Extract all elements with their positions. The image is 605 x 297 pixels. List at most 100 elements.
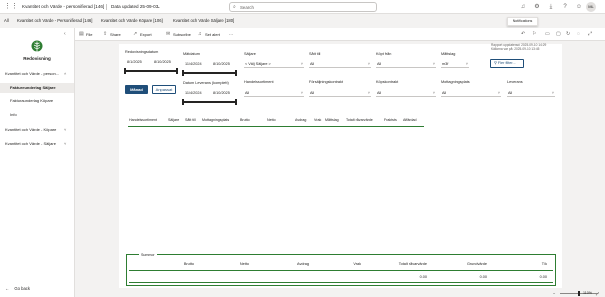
nav-item-fakturaunderlag-kopare[interactable]: Fakturaunderlag Köpare [0,96,74,106]
leverans-from[interactable]: 11/4/2024 [185,91,202,96]
report-title[interactable]: Kvantitet och Värde - personifierad [146… [22,4,104,10]
zoom-level[interactable]: 110% [583,290,592,297]
summary-title: Summor [139,253,157,257]
comment-icon[interactable]: ▢ [556,31,561,38]
summary-divider [129,270,553,271]
tab-all[interactable]: All [4,18,9,24]
saljare-dropdown[interactable]: < Välj Säljare > ˅ [244,60,304,68]
table-header[interactable]: Mottagningsplats [202,118,229,123]
table-header[interactable]: Måttslag [325,118,339,123]
alert-icon: ♫ [198,31,202,37]
matdatum-label: Mätdatum [183,52,200,56]
more-filters-button[interactable]: ⚲ Fler filter... [490,59,524,68]
view-icon[interactable]: ▭ [545,31,550,38]
tab-personifierad[interactable]: Kvantitet och Värde - Personifierad [146… [17,18,92,24]
subscribe-icon: ✉ [166,31,171,37]
bell-icon[interactable]: ♫ [519,3,527,11]
matdatum-slider[interactable] [182,70,237,76]
chat-icon[interactable]: ◌ [577,31,580,38]
chevron-down-icon[interactable]: ⌄ [157,4,160,10]
chevron-down-icon: ˅ [497,91,500,95]
matdatum-from[interactable]: 11/4/2024 [185,62,202,67]
nav-group-saljare[interactable]: Kvantitet och Värde - Säljare [5,140,56,148]
chevron-up-icon[interactable]: ˄ [64,70,66,78]
file-menu-button[interactable]: File [86,31,92,38]
slider-handle-start[interactable] [124,68,126,74]
share-button[interactable]: Share [110,31,121,38]
table-header[interactable]: Handelssortiment [129,118,157,123]
zoom-out-icon[interactable]: − [553,290,555,297]
leverans-dropdown[interactable]: All ˅ [507,89,555,97]
slider-handle-end[interactable] [176,68,178,74]
table-header[interactable]: Avdrag [295,118,306,123]
undo-icon[interactable]: ↶ [521,31,525,38]
subscribe-button[interactable]: Subscribe [173,31,191,38]
slider-handle-end[interactable] [235,99,237,105]
settings-icon[interactable]: ⚙ [533,3,541,11]
data-updated-label[interactable]: Data updated 25-09-03 [111,4,158,10]
mattslag-label: Måttslag [441,52,456,56]
nav-item-fakturaunderlag-saljare[interactable]: Faktureunderlag Säljare [0,83,74,93]
share-icon: ⇪ [103,31,108,37]
redovisningsdatum-from[interactable]: 8/1/2025 [127,60,142,65]
table-header[interactable]: Säljare [168,118,179,123]
tab-kopare[interactable]: Kvantitet och Värde Köpare [106] [101,18,163,24]
slider-handle-end[interactable] [235,70,237,76]
redovisningsdatum-slider[interactable] [124,68,178,74]
go-back-button[interactable]: ← Go back [5,285,30,293]
chevron-down-icon: ˅ [432,91,435,95]
mottagningsplats-dropdown[interactable]: All ˅ [441,89,501,97]
avatar[interactable]: ML [586,2,596,12]
report-toolbar: ▤ File ⇪ Share ↗ Export ✉ Subscribe ♫ Se… [75,28,605,41]
refresh-icon[interactable]: ↻ [566,31,570,38]
app-grid-icon[interactable]: ⋮⋮ [4,3,18,10]
more-options-button[interactable]: ··· [229,31,233,38]
sidebar: ‹ Redovisning Kvantitet och Värde - pers… [0,28,75,297]
table-header[interactable]: Vrak [314,118,321,123]
export-button[interactable]: Export [140,31,152,38]
leverans-to[interactable]: 8/10/2025 [213,91,230,96]
tab-saljare[interactable]: Kvantitet och Värde Säljare [180] [173,18,234,24]
expand-icon[interactable]: ⤢ [588,31,592,38]
kopskontrakt-dropdown[interactable]: All ˅ [376,89,436,97]
chevron-down-icon[interactable]: ˅ [64,126,66,134]
leverans-slider[interactable] [182,99,237,105]
satt-till-dropdown[interactable]: All ˅ [309,60,371,68]
download-icon[interactable]: ⤓ [547,3,555,11]
table-header[interactable]: Brutto [240,118,250,123]
collapse-sidebar-icon[interactable]: ‹ [64,31,66,37]
mattslag-dropdown[interactable]: m3f ˅ [441,60,469,68]
search-icon: ⌕ [233,4,236,10]
fit-to-page-icon[interactable]: ⤢ [596,290,599,297]
summary-header: Totalt råvarvärde [398,262,427,266]
set-alert-button[interactable]: Set alert [205,31,220,38]
summary-value: 0.00 [419,275,427,279]
redovisning-logo-icon [31,40,43,52]
bookmark-icon[interactable]: ⚐ [532,31,536,38]
nav-group-kopare[interactable]: Kvantitet och Värde - Köpare [5,126,56,134]
go-back-label: Go back [14,286,30,291]
matdatum-to[interactable]: 8/10/2025 [213,62,230,67]
kopt-fran-dropdown[interactable]: All ˅ [376,60,436,68]
table-header[interactable]: Netto [267,118,276,123]
leverans-value: All [508,91,513,95]
nav-item-info[interactable]: Info [0,110,74,120]
forsaljningskontrakt-dropdown[interactable]: All ˅ [309,89,371,97]
table-header[interactable]: Fraktsts [384,118,397,123]
slider-handle-start[interactable] [182,70,184,76]
manad-button[interactable]: Månad [125,85,148,94]
handelssortiment-label: Handelssortiment [244,80,274,84]
table-header[interactable]: Totalt råvarvärde [346,118,373,123]
nav-group-personifierad[interactable]: Kvantitet och Värde - person... [5,70,59,78]
feedback-icon[interactable]: ☺ [575,3,583,11]
anpassat-button[interactable]: Anpassat [152,85,176,94]
help-icon[interactable]: ? [561,3,569,11]
handelssortiment-dropdown[interactable]: All ˅ [244,89,304,97]
slider-handle-start[interactable] [182,99,184,105]
zoom-slider-handle[interactable] [578,291,580,296]
table-header[interactable]: Sått till [185,118,196,123]
chevron-down-icon[interactable]: ˅ [64,140,66,148]
redovisningsdatum-to[interactable]: 8/10/2025 [154,60,171,65]
search-input[interactable]: ⌕ Search [229,2,377,12]
table-header[interactable]: Affärdad [403,118,417,123]
